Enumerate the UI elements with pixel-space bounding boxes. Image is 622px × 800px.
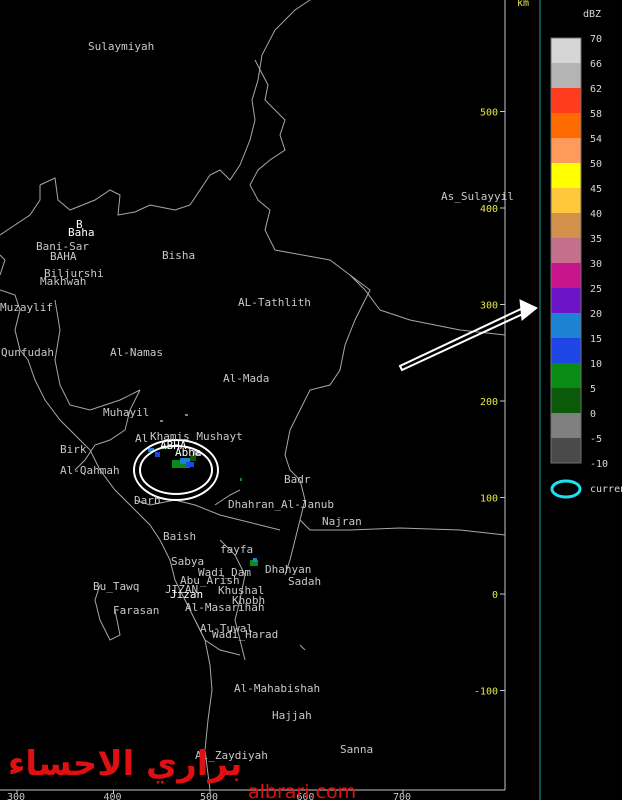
- legend-swatch: [551, 163, 581, 188]
- legend-swatch: [551, 288, 581, 313]
- legend-label: 20: [590, 309, 602, 320]
- place-label: Sulaymiyah: [88, 40, 154, 53]
- place-label: Badr: [284, 473, 311, 486]
- legend-label: 45: [590, 184, 602, 195]
- current-cell-icon: [550, 479, 582, 499]
- place-label: Al-Qahmah: [60, 464, 120, 477]
- legend-label: 30: [590, 259, 602, 270]
- legend-swatch: [551, 263, 581, 288]
- current-label: curren: [590, 484, 622, 495]
- place-label: Makhwah: [40, 275, 86, 288]
- legend-label: 15: [590, 334, 602, 345]
- legend-swatch: [551, 88, 581, 113]
- place-label: Sanna: [340, 743, 373, 756]
- legend-swatch: [551, 388, 581, 413]
- legend-swatch: [551, 338, 581, 363]
- place-label: As_Sulayyil: [441, 190, 514, 203]
- x-tick-label: 400: [104, 792, 122, 800]
- place-label: Najran: [322, 515, 362, 528]
- radar-map: SulaymiyahBBahaBani-SarBAHABiljurshiMakh…: [0, 0, 622, 800]
- place-label: Dhahran_Al-Janub: [228, 498, 334, 511]
- place-label: Al-Mada: [223, 372, 269, 385]
- legend-swatch: [551, 63, 581, 88]
- y-tick-label: 100: [480, 494, 498, 505]
- place-label: Bu_Tawq: [93, 580, 139, 593]
- legend-label: 66: [590, 59, 602, 70]
- y-tick-label: 500: [480, 108, 498, 119]
- place-label: Qunfudah: [1, 346, 54, 359]
- place-label: Baish: [163, 530, 196, 543]
- legend-label: 50: [590, 159, 602, 170]
- place-label: Farasan: [113, 604, 159, 617]
- legend-title: dBZ: [583, 9, 601, 20]
- legend-label: 62: [590, 84, 602, 95]
- legend-swatch: [551, 138, 581, 163]
- watermark-arabic: براري الاحساء: [8, 744, 242, 784]
- place-label: Muzaylif: [0, 301, 53, 314]
- legend-swatch: [551, 438, 581, 463]
- legend-label: 40: [590, 209, 602, 220]
- legend-swatch: [551, 213, 581, 238]
- legend-label: -5: [590, 434, 602, 445]
- place-label: AL-Tathlith: [238, 296, 311, 309]
- place-label: BAHA: [50, 250, 77, 263]
- watermark-site: albrari.com: [248, 781, 356, 800]
- place-label: Abha: [175, 446, 202, 459]
- place-label: Baha: [68, 226, 95, 239]
- place-label: Sadah: [288, 575, 321, 588]
- dbz-legend: 706662585450454035302520151050-5-10: [550, 34, 608, 470]
- legend-label: 70: [590, 34, 602, 45]
- legend-swatch: [551, 113, 581, 138]
- legend-swatch: [551, 363, 581, 388]
- place-label: Al-Masarihah: [185, 601, 264, 614]
- legend-swatch: [551, 238, 581, 263]
- arrow-annotation: [398, 299, 538, 372]
- echo: [155, 452, 160, 457]
- legend-label: 10: [590, 359, 602, 370]
- y-tick-label: 200: [480, 397, 498, 408]
- echo: [240, 478, 242, 481]
- x-tick-label: 500: [200, 792, 218, 800]
- legend-swatch: [551, 413, 581, 438]
- map-borders: [0, 0, 506, 791]
- echo: [253, 558, 257, 562]
- legend-swatch: [551, 313, 581, 338]
- echo: [185, 414, 188, 416]
- axis-unit-label: km: [517, 0, 529, 9]
- y-tick-label: -100: [474, 687, 498, 698]
- legend-label: 25: [590, 284, 602, 295]
- legend-label: 58: [590, 109, 602, 120]
- place-label: Al-Namas: [110, 346, 163, 359]
- echo: [186, 462, 194, 467]
- legend-label: 5: [590, 384, 596, 395]
- y-tick-label: 0: [492, 590, 498, 601]
- legend-label: 35: [590, 234, 602, 245]
- legend-label: 54: [590, 134, 602, 145]
- place-labels: SulaymiyahBBahaBani-SarBAHABiljurshiMakh…: [0, 40, 514, 762]
- place-label: Hajjah: [272, 709, 312, 722]
- legend-label: 0: [590, 409, 596, 420]
- place-label: Jizan: [170, 588, 203, 601]
- place-label: Birk: [60, 443, 87, 456]
- place-label: Bisha: [162, 249, 195, 262]
- place-label: Wadi_Harad: [212, 628, 278, 641]
- legend-label: -10: [590, 459, 608, 470]
- place-label: Darb: [134, 494, 161, 507]
- legend-swatch: [551, 38, 581, 63]
- echo: [160, 420, 163, 422]
- place-label: Al: [135, 432, 148, 445]
- place-label: Muhayil: [103, 406, 149, 419]
- y-tick-label: 400: [480, 204, 498, 215]
- place-label: Al-Mahabishah: [234, 682, 320, 695]
- x-tick-label: 300: [7, 792, 25, 800]
- x-tick-label: 700: [393, 792, 411, 800]
- place-label: fayfa: [220, 543, 253, 556]
- legend-swatch: [551, 188, 581, 213]
- y-tick-label: 300: [480, 301, 498, 312]
